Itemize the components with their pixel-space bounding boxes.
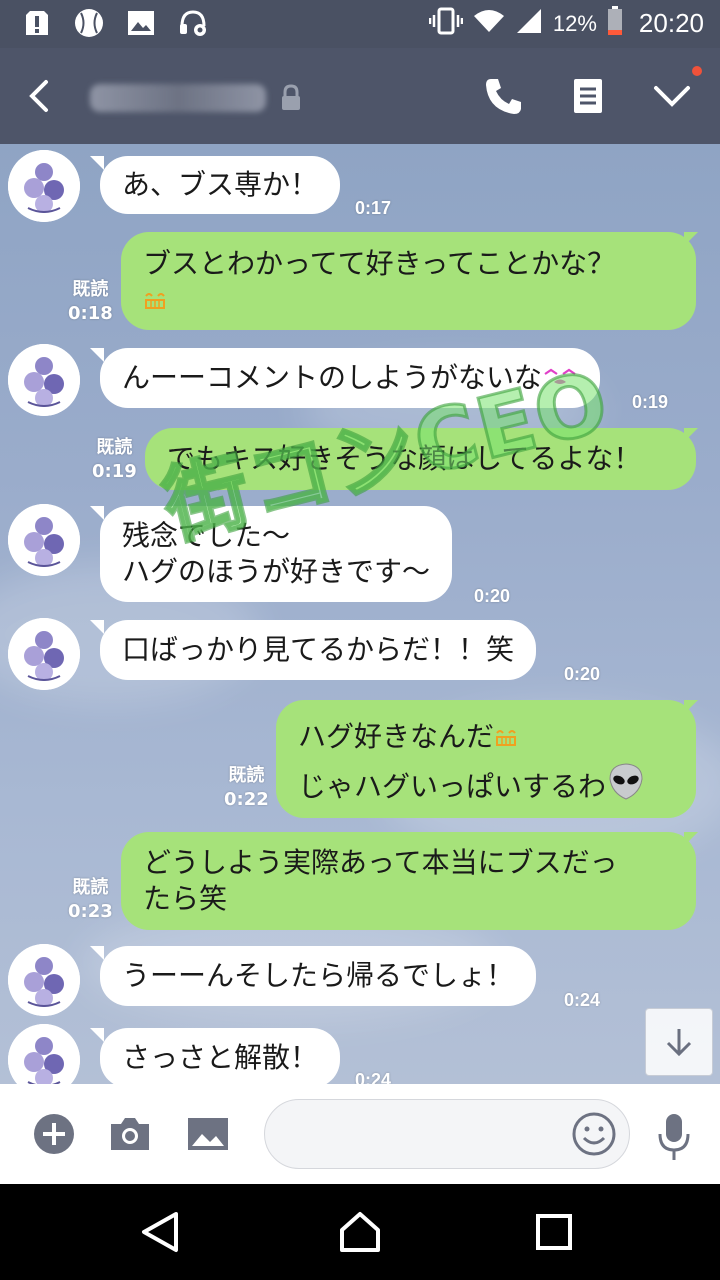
- smile-emoji: [143, 283, 167, 319]
- note-icon[interactable]: [566, 74, 610, 118]
- message-time: 0:24: [355, 1070, 392, 1084]
- contact-avatar[interactable]: [8, 504, 80, 576]
- chevron-down-icon[interactable]: [650, 74, 694, 118]
- message-bubble[interactable]: ハグ好きなんだ じゃハグいっぱいするわ: [276, 700, 696, 818]
- message-time: 0:19: [632, 392, 669, 412]
- headset-icon: [178, 8, 208, 38]
- message-bubble[interactable]: ブスとわかってて好きってことかな？: [121, 232, 696, 330]
- battery-icon: [607, 6, 623, 41]
- message-bubble[interactable]: うーーんそしたら帰るでしょ！: [100, 946, 537, 1006]
- message-time: 0:20: [564, 664, 601, 684]
- camera-icon[interactable]: [108, 1112, 152, 1156]
- message-bubble[interactable]: 口ばっかり見てるからだ！！笑: [100, 620, 537, 680]
- contact-name[interactable]: [90, 84, 266, 112]
- message-time: 0:17: [355, 198, 392, 218]
- battery-percent: 12%: [552, 10, 597, 36]
- contact-avatar[interactable]: [8, 618, 80, 690]
- alien-emoji: [606, 761, 646, 815]
- navigation-bar: [0, 1184, 720, 1280]
- chat-header: [0, 48, 720, 144]
- read-receipt: 既読 0:23: [68, 877, 113, 922]
- read-receipt: 既読 0:18: [68, 279, 113, 324]
- signal-icon: [515, 7, 543, 40]
- message-bubble[interactable]: さっさと解散！: [100, 1028, 341, 1084]
- recents-icon[interactable]: [530, 1208, 578, 1256]
- plus-icon[interactable]: [32, 1112, 76, 1156]
- arrow-down-icon: [666, 1029, 692, 1057]
- vibrate-icon: [428, 7, 464, 40]
- notification-dot: [692, 66, 702, 76]
- input-bar: [0, 1084, 720, 1184]
- phone-icon[interactable]: [482, 74, 526, 118]
- alert-icon: [22, 8, 52, 38]
- message-time: 0:20: [474, 586, 511, 606]
- contact-avatar[interactable]: [8, 944, 80, 1016]
- status-bar: 12% 20:20: [0, 0, 720, 48]
- wifi-icon: [473, 8, 505, 39]
- mic-icon[interactable]: [652, 1112, 696, 1160]
- contact-avatar[interactable]: [8, 1024, 80, 1084]
- message-time: 0:24: [564, 990, 601, 1010]
- clock: 20:20: [638, 8, 704, 38]
- back-icon[interactable]: [20, 74, 64, 118]
- message-bubble[interactable]: どうしよう実際あって本当にブスだっ たら笑: [121, 832, 696, 930]
- message-bubble[interactable]: あ、ブス専か！: [100, 156, 341, 214]
- home-icon[interactable]: [336, 1208, 384, 1256]
- smile-emoji: [494, 715, 518, 761]
- scroll-down-button[interactable]: [645, 1008, 713, 1076]
- emoji-icon[interactable]: [570, 1110, 618, 1158]
- contact-avatar[interactable]: [8, 150, 80, 222]
- image-icon[interactable]: [186, 1112, 230, 1156]
- chat-area[interactable]: あ、ブス専か！ 0:17 既読 0:18 ブスとわかってて好きってことかな？ んー…: [0, 144, 720, 1084]
- contact-avatar[interactable]: [8, 344, 80, 416]
- back-triangle-icon[interactable]: [136, 1208, 184, 1256]
- read-receipt: 既読 0:22: [224, 765, 269, 810]
- lock-icon: [280, 84, 304, 112]
- image-icon: [126, 8, 156, 38]
- read-receipt: 既読 0:19: [92, 437, 137, 482]
- baseball-icon: [74, 8, 104, 38]
